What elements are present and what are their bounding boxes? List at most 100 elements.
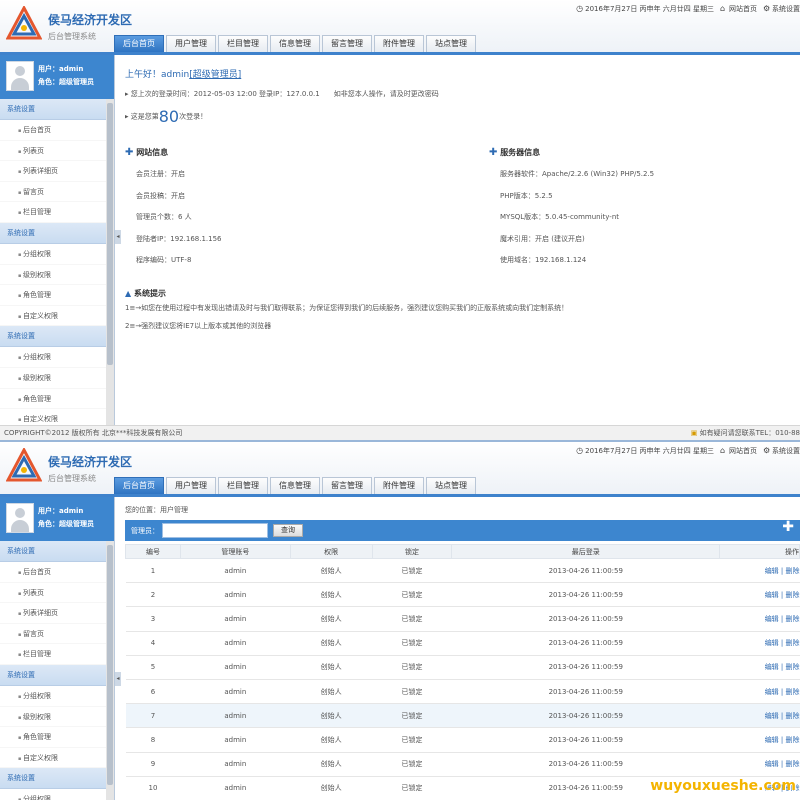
sidebar-item[interactable]: 分组权限 xyxy=(0,347,106,368)
col-locked: 锁定 xyxy=(371,544,453,559)
table-cell[interactable]: 编辑 | 删除 xyxy=(719,558,800,584)
site-info-item: 会员投稿：开启 xyxy=(136,192,185,200)
tab-info[interactable]: 信息管理 xyxy=(270,477,320,494)
sidebar-item[interactable]: 留言页 xyxy=(0,181,106,203)
tab-info[interactable]: 信息管理 xyxy=(270,35,320,52)
table-row[interactable]: 1 admin 创始人 已锁定 2013-04-26 11:00:59 编辑 | 删除 xyxy=(125,558,800,584)
clock-icon: ◷ xyxy=(576,446,584,455)
table-cell[interactable]: 编辑 | 删除 xyxy=(719,679,800,705)
sidebar-item[interactable]: 自定义权限 xyxy=(0,409,106,425)
sidebar-item[interactable]: 分组权限 xyxy=(0,243,106,265)
table-row[interactable]: 3 admin 创始人 已锁定 2013-04-26 11:00:59 编辑 | 删除 xyxy=(125,606,800,632)
sidebar-toggle[interactable]: ◂ xyxy=(115,230,121,244)
sidebar-item[interactable]: 分组权限 xyxy=(0,789,106,800)
sidebar-item[interactable]: 级别权限 xyxy=(0,706,106,728)
table-row[interactable]: 7 admin 创始人 已锁定 2013-04-26 11:00:59 编辑 | 删除 xyxy=(125,703,800,729)
tab-messages[interactable]: 留言管理 xyxy=(322,35,372,52)
table-row[interactable]: 9 admin 创始人 已锁定 2013-04-26 11:00:59 编辑 | 删除 xyxy=(125,752,800,777)
tab-columns[interactable]: 栏目管理 xyxy=(218,35,268,52)
table-row[interactable]: 4 admin 创始人 已锁定 2013-04-26 11:00:59 编辑 | 删除 xyxy=(125,631,800,656)
table-cell: 1 xyxy=(125,558,181,584)
sidebar-item[interactable]: 列表详细页 xyxy=(0,161,106,182)
tab-messages[interactable]: 留言管理 xyxy=(322,477,372,494)
sidebar: 用户：admin 角色：超级管理员 系统设置 后台首页 列表页 列表详细页 留言… xyxy=(0,55,115,425)
sidebar-section[interactable]: 系统设置 xyxy=(0,99,106,120)
app-subtitle: 后台管理系统 xyxy=(48,32,96,41)
scrollbar-thumb[interactable] xyxy=(107,103,113,365)
tab-columns[interactable]: 栏目管理 xyxy=(218,477,268,494)
table-cell: 2 xyxy=(125,582,181,608)
warning-icon: ▲ xyxy=(125,289,132,298)
tab-home[interactable]: 后台首页 xyxy=(114,35,164,52)
sidebar-item[interactable]: 级别权限 xyxy=(0,264,106,286)
col-account: 管理账号 xyxy=(179,544,291,559)
sidebar-item[interactable]: 自定义权限 xyxy=(0,747,106,769)
tab-attachments[interactable]: 附件管理 xyxy=(374,477,424,494)
role-link[interactable]: [超级管理员] xyxy=(189,70,241,80)
sidebar-item[interactable]: 自定义权限 xyxy=(0,305,106,327)
table-row[interactable]: 2 admin 创始人 已锁定 2013-04-26 11:00:59 编辑 | 删除 xyxy=(125,582,800,608)
sidebar-section[interactable]: 系统设置 xyxy=(0,664,106,686)
tab-home[interactable]: 后台首页 xyxy=(114,477,164,494)
tab-users[interactable]: 用户管理 xyxy=(166,35,216,52)
search-bar: 管理员： 查询 ✚ xyxy=(125,519,800,541)
table-row[interactable]: 8 admin 创始人 已锁定 2013-04-26 11:00:59 编辑 | 删除 xyxy=(125,727,800,753)
app-subtitle: 后台管理系统 xyxy=(48,474,96,483)
table-cell: admin xyxy=(180,558,291,584)
settings-link[interactable]: ⚙ 系统设置 xyxy=(763,4,800,14)
table-cell: admin xyxy=(180,655,291,680)
sidebar-section[interactable]: 系统设置 xyxy=(0,768,106,790)
table-cell: 9 xyxy=(125,752,181,777)
table-cell[interactable]: 编辑 | 删除 xyxy=(719,752,800,777)
tab-site[interactable]: 站点管理 xyxy=(426,35,476,52)
tab-site[interactable]: 站点管理 xyxy=(426,477,476,494)
search-button[interactable]: 查询 xyxy=(273,524,303,537)
table-cell: 创始人 xyxy=(290,582,373,608)
table-cell[interactable]: 编辑 | 删除 xyxy=(719,727,800,753)
tab-attachments[interactable]: 附件管理 xyxy=(374,35,424,52)
table-cell: 创始人 xyxy=(290,655,373,680)
scrollbar-thumb[interactable] xyxy=(107,545,113,785)
sidebar-item[interactable]: 栏目管理 xyxy=(0,202,106,223)
search-input[interactable] xyxy=(162,523,268,538)
sidebar-section[interactable]: 系统设置 xyxy=(0,222,106,244)
add-icon[interactable]: ✚ xyxy=(782,519,794,535)
sidebar-item[interactable]: 留言页 xyxy=(0,623,106,645)
sidebar-section[interactable]: 系统设置 xyxy=(0,541,106,562)
sidebar-item[interactable]: 角色管理 xyxy=(0,388,106,410)
table-cell[interactable]: 编辑 | 删除 xyxy=(719,703,800,729)
sidebar-section[interactable]: 系统设置 xyxy=(0,326,106,348)
tab-users[interactable]: 用户管理 xyxy=(166,477,216,494)
sidebar-item[interactable]: 后台首页 xyxy=(0,562,106,583)
table-cell[interactable]: 编辑 | 删除 xyxy=(719,606,800,632)
sidebar-item[interactable]: 级别权限 xyxy=(0,367,106,389)
gear-icon: ⚙ xyxy=(763,4,771,13)
sidebar-item[interactable]: 列表页 xyxy=(0,140,106,162)
sidebar-item[interactable]: 后台首页 xyxy=(0,120,106,141)
server-info-item: PHP版本：5.2.5 xyxy=(500,192,553,200)
sidebar-item[interactable]: 角色管理 xyxy=(0,285,106,306)
home-link[interactable]: ⌂ 网站首页 xyxy=(720,446,757,456)
clock-icon: ◷ xyxy=(576,4,584,13)
tips-title: ▲ 系统提示 xyxy=(125,289,166,298)
sidebar-item[interactable]: 列表详细页 xyxy=(0,603,106,624)
sidebar-item[interactable]: 栏目管理 xyxy=(0,644,106,665)
date-display: ◷ 2016年7月27日 丙申年 六月廿四 星期三 xyxy=(576,4,714,14)
sidebar-item[interactable]: 列表页 xyxy=(0,582,106,604)
sidebar-scrollbar[interactable] xyxy=(106,541,114,800)
sidebar-item[interactable]: 分组权限 xyxy=(0,685,106,707)
app-title: 侯马经济开发区 xyxy=(48,455,133,469)
home-link[interactable]: ⌂ 网站首页 xyxy=(720,4,757,14)
help-icon: ▣ xyxy=(690,429,700,437)
table-cell[interactable]: 编辑 | 删除 xyxy=(719,631,800,656)
sidebar-item[interactable]: 角色管理 xyxy=(0,727,106,748)
table-cell[interactable]: 编辑 | 删除 xyxy=(719,582,800,608)
site-info-item: 登陆者IP：192.168.1.156 xyxy=(136,235,222,243)
settings-link[interactable]: ⚙ 系统设置 xyxy=(763,446,800,456)
table-row[interactable]: 5 admin 创始人 已锁定 2013-04-26 11:00:59 编辑 | 删除 xyxy=(125,655,800,680)
table-row[interactable]: 6 admin 创始人 已锁定 2013-04-26 11:00:59 编辑 | 删除 xyxy=(125,679,800,705)
sidebar-toggle[interactable]: ◂ xyxy=(115,672,121,686)
table-cell[interactable]: 编辑 | 删除 xyxy=(719,655,800,680)
sidebar-scrollbar[interactable] xyxy=(106,99,114,425)
users-screenshot: 侯马经济开发区 后台管理系统 ◷ 2016年7月27日 丙申年 六月廿四 星期三 … xyxy=(0,440,800,800)
